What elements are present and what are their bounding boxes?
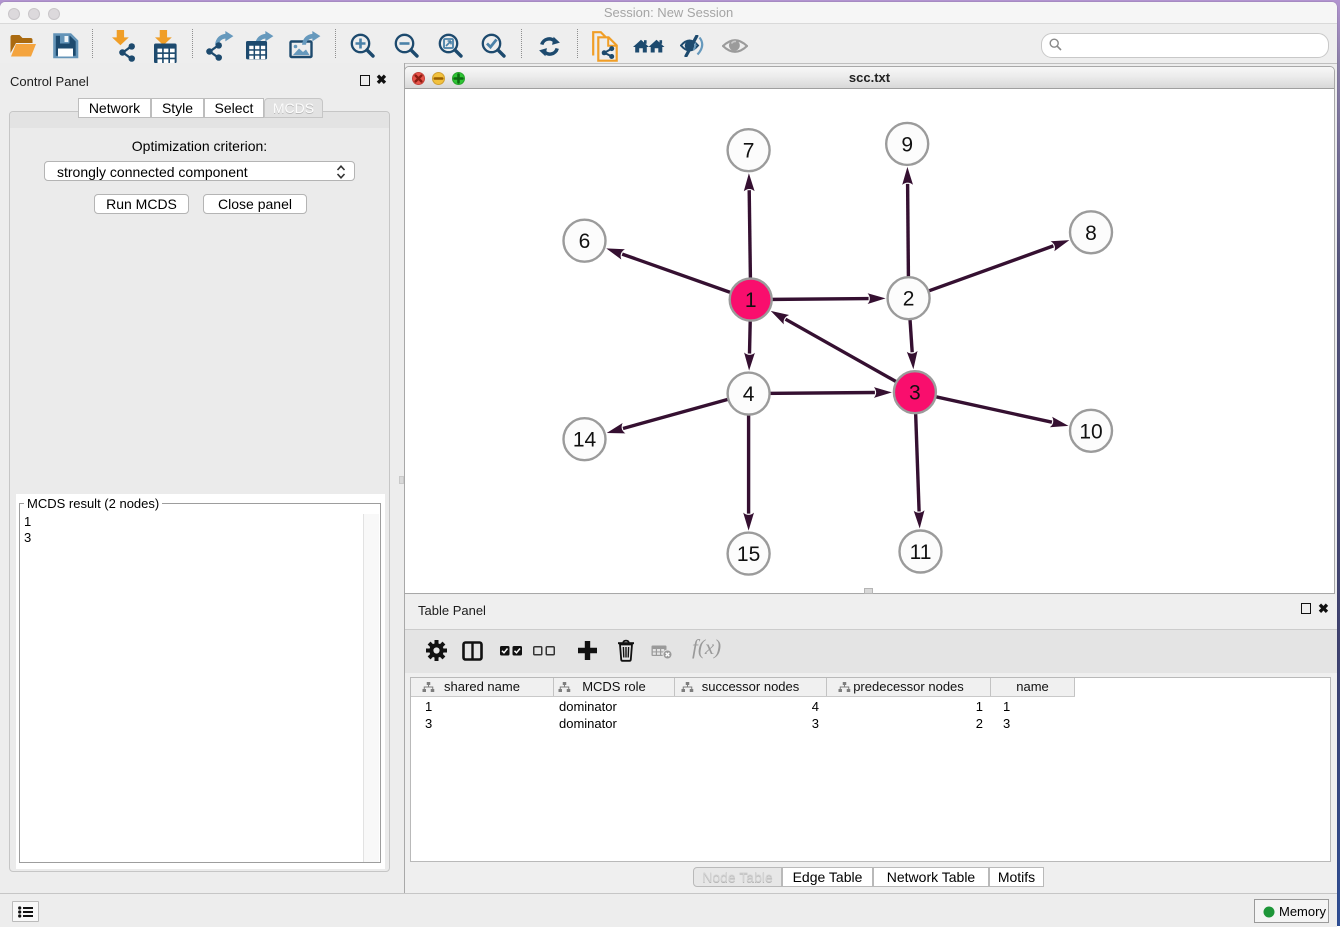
svg-text:9: 9 bbox=[901, 133, 913, 156]
svg-text:8: 8 bbox=[1085, 222, 1097, 245]
svg-text:3: 3 bbox=[909, 382, 921, 405]
svg-text:11: 11 bbox=[910, 541, 932, 564]
svg-text:10: 10 bbox=[1079, 420, 1102, 443]
svg-text:4: 4 bbox=[743, 383, 755, 406]
svg-text:14: 14 bbox=[573, 429, 597, 452]
svg-text:15: 15 bbox=[737, 543, 760, 566]
svg-text:2: 2 bbox=[903, 288, 915, 311]
svg-text:1: 1 bbox=[745, 289, 757, 312]
svg-text:7: 7 bbox=[743, 140, 755, 163]
svg-text:6: 6 bbox=[579, 230, 591, 253]
